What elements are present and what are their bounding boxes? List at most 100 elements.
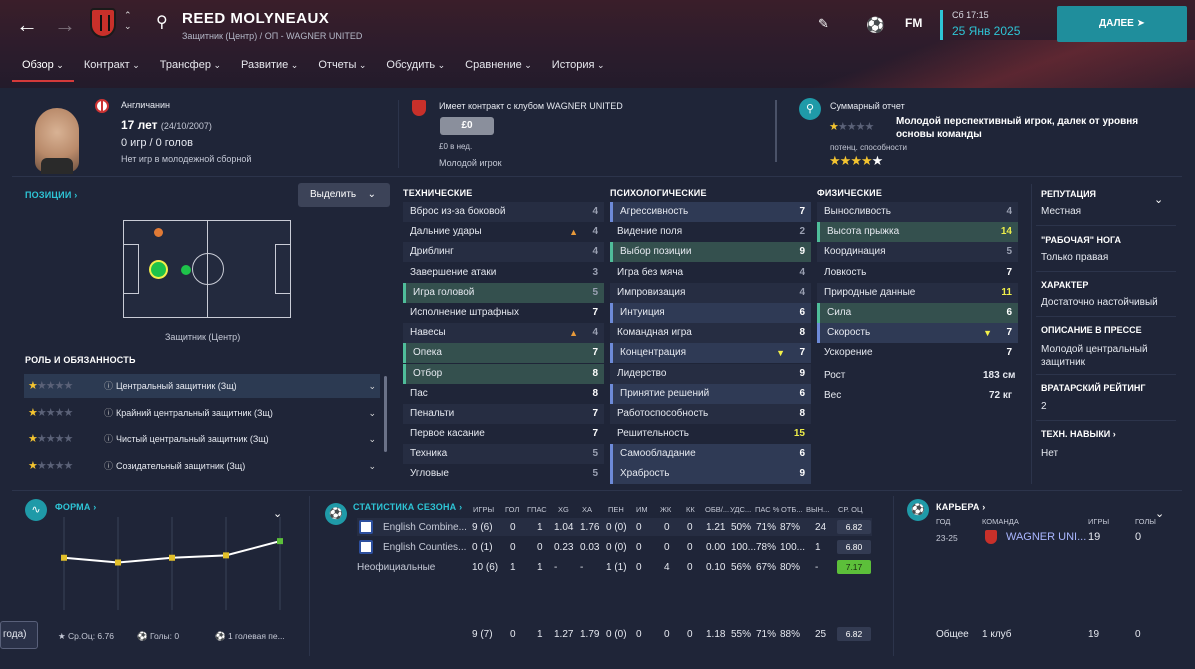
attribute-row[interactable]: Угловые 5 [403,464,604,484]
competition-name[interactable]: English Combine... [383,522,467,533]
forward-arrow-icon[interactable]: → [54,12,76,38]
attribute-row[interactable]: Природные данные 11 [817,282,1018,303]
role-row[interactable]: ★★★★★ ⓘ Крайний центральный защитник (Зщ) ⌄ [24,401,380,425]
season-header[interactable]: ПАС % [755,505,779,514]
wage-tag[interactable]: £0 [440,117,494,135]
attribute-row[interactable]: Скорость ▼ 7 [817,323,1018,344]
info-icon[interactable]: ⓘ [104,427,113,451]
search-icon[interactable]: ⚲ [156,12,168,32]
roles-scrollbar[interactable] [384,376,387,452]
form-point[interactable] [169,554,175,561]
tab-4[interactable]: Отчеты [308,56,376,82]
attribute-row[interactable]: Техника 5 [403,444,604,465]
season-header[interactable]: ОТБ... [781,505,803,514]
position-dot-accomplished[interactable] [181,265,191,275]
tech-skills-label[interactable]: ТЕХН. НАВЫКИ › [1041,429,1116,439]
attribute-row[interactable]: Работоспособность 8 [610,403,811,424]
season-header[interactable]: СР. ОЦ [838,505,863,514]
attribute-row[interactable]: Самообладание 6 [610,444,811,465]
club-crest-small-icon[interactable] [412,100,426,116]
attribute-row[interactable]: Координация 5 [817,242,1018,263]
next-button[interactable]: ДАЛЕЕ ➤ [1057,6,1187,42]
info-icon[interactable]: ⓘ [104,401,113,425]
position-dot-natural[interactable] [151,262,166,277]
season-header[interactable]: ГПАС [527,505,547,514]
info-icon[interactable]: ⓘ [104,454,113,478]
form-point[interactable] [223,552,229,559]
attribute-row[interactable]: Выносливость 4 [817,202,1018,222]
attribute-row[interactable]: Командная игра 8 [610,323,811,344]
fm-logo[interactable]: FM [905,16,922,30]
back-arrow-icon[interactable]: ← [16,12,38,38]
player-subtitle[interactable]: Защитник (Центр) / ОП - WAGNER UNITED [182,31,362,41]
attribute-row[interactable]: Ускорение 7 [817,343,1018,363]
info-icon[interactable]: ⓘ [104,374,113,398]
career-team[interactable]: WAGNER UNI... [1006,531,1086,543]
attribute-row[interactable]: Дриблинг 4 [403,242,604,263]
attribute-row[interactable]: Опека 7 [403,343,604,364]
season-header[interactable]: ОБВ/... [705,505,729,514]
attribute-row[interactable]: Навесы ▲ 4 [403,323,604,344]
attribute-row[interactable]: Ловкость 7 [817,263,1018,283]
report-magnifier-icon[interactable]: ⚲ [799,98,821,120]
england-flag-icon[interactable] [95,99,109,113]
form-title[interactable]: ФОРМА › [55,502,96,512]
attribute-row[interactable]: Видение поля 2 [610,222,811,242]
season-title[interactable]: СТАТИСТИКА СЕЗОНА › [353,502,462,512]
attribute-row[interactable]: Выбор позиции 9 [610,242,811,263]
season-header[interactable]: УДС... [730,505,751,514]
club-crest-small-icon[interactable] [985,530,997,544]
chevron-down-icon[interactable]: ⌄ [368,401,376,425]
attribute-row[interactable]: Пенальти 7 [403,403,604,424]
season-header[interactable]: ВЫН... [806,505,829,514]
season-header[interactable]: КК [686,505,695,514]
competition-icon[interactable] [359,540,373,554]
competition-icon[interactable] [359,520,373,534]
season-header[interactable]: XG [558,505,569,514]
tab-0[interactable]: Обзор [12,56,74,82]
season-header[interactable]: ИГРЫ [473,505,494,514]
attribute-row[interactable]: Дальние удары ▲ 4 [403,222,604,242]
club-crest-icon[interactable] [90,8,116,38]
attribute-row[interactable]: Интуиция 6 [610,302,811,323]
competition-name[interactable]: English Counties... [383,542,466,553]
career-ball-icon[interactable]: ⚽ [907,499,929,521]
attribute-row[interactable]: Сила 6 [817,302,1018,323]
role-row[interactable]: ★★★★★ ⓘ Чистый центральный защитник (Зщ) ⌄ [24,427,380,451]
highlight-dropdown[interactable]: Выделить ⌄ [298,183,390,207]
tab-1[interactable]: Контракт [74,56,150,82]
tab-3[interactable]: Развитие [231,56,308,82]
attribute-row[interactable]: Концентрация ▼ 7 [610,343,811,364]
chevron-down-icon[interactable]: ⌄ [1154,193,1163,206]
attribute-row[interactable]: Высота прыжка 14 [817,222,1018,243]
attribute-row[interactable]: Лидерство 9 [610,363,811,384]
tab-5[interactable]: Обсудить [376,56,455,82]
season-header[interactable]: ГОЛ [505,505,519,514]
tab-6[interactable]: Сравнение [455,56,542,82]
attribute-row[interactable]: Пас 8 [403,384,604,404]
attribute-row[interactable]: Агрессивность 7 [610,202,811,222]
position-dot-awkward[interactable] [154,228,163,237]
pencil-icon[interactable]: ✎ [818,16,829,32]
season-header[interactable]: ПЕН [608,505,624,514]
role-row[interactable]: ★★★★★ ⓘ Созидательный защитник (Зщ) ⌄ [24,454,380,478]
attribute-row[interactable]: Принятие решений 6 [610,383,811,404]
season-header[interactable]: ЖК [660,505,671,514]
attribute-row[interactable]: Первое касание 7 [403,424,604,444]
positions-title[interactable]: ПОЗИЦИИ › [25,190,77,200]
tab-7[interactable]: История [542,56,615,82]
attribute-row[interactable]: Решительность 15 [610,424,811,444]
season-header[interactable]: ХА [582,505,592,514]
chevron-down-icon[interactable]: ⌄ [1155,507,1164,520]
player-switch-icon[interactable]: ⌃ ⌄ [124,10,132,32]
chevron-down-icon[interactable]: ⌄ [368,427,376,451]
competition-name[interactable]: Неофициальные [357,562,435,573]
attribute-row[interactable]: Вброс из-за боковой 4 [403,202,604,222]
attribute-row[interactable]: Храбрость 9 [610,464,811,485]
season-header[interactable]: ИМ [636,505,648,514]
attribute-row[interactable]: Игра головой 5 [403,282,604,303]
attribute-row[interactable]: Отбор 8 [403,363,604,384]
ball-icon[interactable]: ⚽ [866,16,885,34]
chevron-down-icon[interactable]: ⌄ [368,374,376,398]
role-row[interactable]: ★★★★★ ⓘ Центральный защитник (Зщ) ⌄ [24,374,380,398]
